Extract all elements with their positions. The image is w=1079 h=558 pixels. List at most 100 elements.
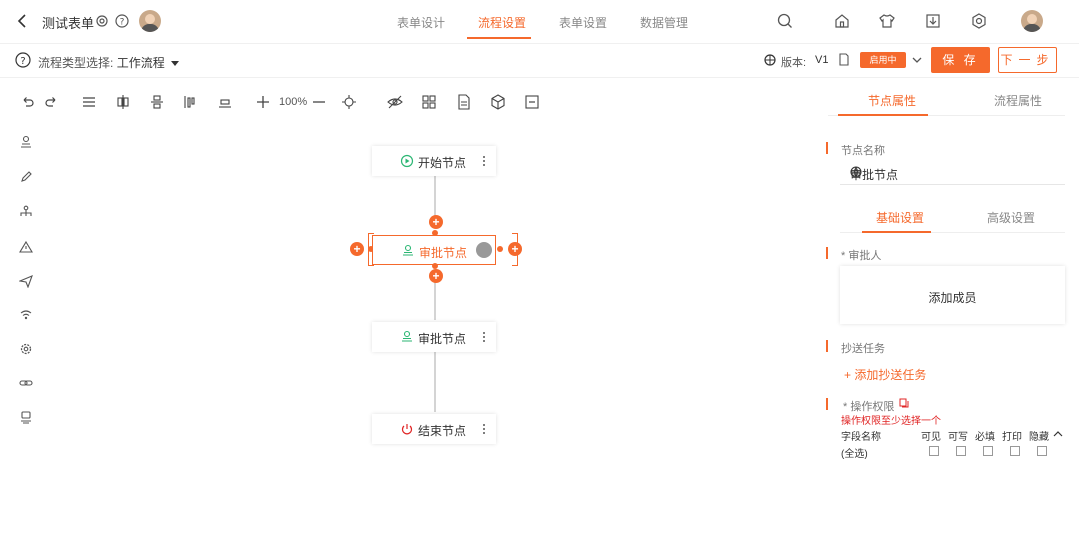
tab-data-management[interactable]: 数据管理	[640, 14, 688, 31]
approval-node[interactable]: 审批节点	[372, 322, 496, 352]
align-bottom-icon[interactable]	[217, 94, 233, 110]
send-tool-icon[interactable]	[19, 274, 33, 288]
add-node-bottom-button[interactable]: +	[429, 269, 443, 283]
tab-flow-properties[interactable]: 流程属性	[994, 92, 1042, 109]
gear-tool-icon[interactable]	[19, 342, 33, 356]
tab-node-properties[interactable]: 节点属性	[868, 92, 916, 109]
power-icon	[400, 422, 414, 436]
download-icon[interactable]	[924, 12, 942, 30]
branch-tool-icon[interactable]	[19, 205, 33, 219]
back-arrow-icon[interactable]	[14, 12, 32, 30]
section-marker	[826, 247, 828, 259]
required-header: 必填	[975, 432, 995, 443]
search-icon[interactable]	[776, 12, 794, 30]
save-button[interactable]: 保 存	[931, 47, 990, 73]
approver-title: * 审批人	[841, 250, 882, 262]
add-member-box[interactable]: 添加成员	[840, 266, 1065, 324]
print-checkbox[interactable]	[1010, 446, 1020, 456]
tab-basic-settings[interactable]: 基础设置	[876, 209, 924, 226]
avatar[interactable]	[139, 10, 161, 32]
play-circle-icon	[400, 154, 414, 168]
version-label: 版本:	[781, 57, 807, 69]
writable-checkbox[interactable]	[956, 446, 966, 456]
hidden-checkbox[interactable]	[1037, 446, 1047, 456]
eye-off-icon[interactable]	[387, 94, 403, 110]
approval-node-selected[interactable]: 审批节点	[372, 235, 496, 265]
settings-icon[interactable]	[970, 12, 988, 30]
stamp-tool-icon[interactable]	[19, 410, 33, 424]
more-vertical-icon[interactable]	[482, 154, 486, 168]
zoom-level: 100%	[279, 96, 308, 108]
node-name-field[interactable]: 审批节点	[840, 160, 1065, 185]
redo-icon[interactable]	[43, 94, 59, 110]
zoom-in-icon[interactable]	[255, 94, 271, 110]
more-vertical-icon[interactable]	[482, 422, 486, 436]
link-tool-icon[interactable]	[19, 376, 33, 390]
help-circle-icon[interactable]: ?	[15, 52, 31, 68]
hidden-header: 隐藏	[1029, 432, 1049, 443]
align-left-icon[interactable]	[182, 94, 198, 110]
node-label: 开始节点	[418, 156, 467, 170]
align-lines-icon[interactable]	[81, 94, 97, 110]
svg-text:?: ?	[20, 56, 25, 67]
print-header: 打印	[1002, 432, 1022, 443]
wifi-tool-icon[interactable]	[19, 308, 33, 322]
add-node-left-button[interactable]: +	[350, 242, 364, 256]
visible-checkbox[interactable]	[929, 446, 939, 456]
add-node-top-button[interactable]: +	[429, 215, 443, 229]
node-name-title: 节点名称	[841, 145, 885, 157]
tab-advanced-settings[interactable]: 高级设置	[987, 209, 1035, 226]
copy-icon[interactable]	[899, 398, 909, 408]
add-cc-link[interactable]: + 添加抄送任务	[844, 366, 926, 383]
more-circle-icon[interactable]	[476, 242, 492, 258]
required-checkbox[interactable]	[983, 446, 993, 456]
anchor-dot[interactable]	[497, 246, 503, 252]
more-vertical-icon[interactable]	[482, 330, 486, 344]
add-node-right-button[interactable]: +	[508, 242, 522, 256]
align-center-icon[interactable]	[115, 94, 131, 110]
cube-icon[interactable]	[490, 94, 506, 110]
flow-type-label: 流程类型选择:	[38, 56, 114, 70]
zoom-out-icon[interactable]	[311, 94, 327, 110]
gear-icon[interactable]	[95, 14, 109, 28]
flow-type-value: 工作流程	[116, 56, 165, 70]
edit-tool-icon[interactable]	[19, 170, 33, 184]
section-marker	[826, 142, 828, 154]
chevron-up-icon[interactable]	[1053, 429, 1063, 439]
file-icon[interactable]	[456, 94, 472, 110]
warning-tool-icon[interactable]	[19, 240, 33, 254]
section-marker	[826, 340, 828, 352]
tab-form-settings[interactable]: 表单设置	[559, 14, 607, 31]
next-step-button[interactable]: 下一步	[998, 47, 1057, 73]
globe-icon[interactable]	[850, 166, 862, 178]
user-avatar[interactable]	[1021, 10, 1043, 32]
shirt-icon[interactable]	[878, 12, 896, 30]
start-node[interactable]: 开始节点	[372, 146, 496, 176]
select-all-label: (全选)	[841, 449, 868, 460]
undo-icon[interactable]	[20, 94, 36, 110]
home-icon[interactable]	[833, 12, 851, 30]
chevron-down-icon[interactable]	[911, 54, 923, 66]
grid-icon[interactable]	[421, 94, 437, 110]
document-icon[interactable]	[838, 53, 850, 66]
distribute-icon[interactable]	[149, 94, 165, 110]
minimize-box-icon[interactable]	[524, 94, 540, 110]
active-tab-indicator	[467, 37, 531, 39]
panel-tab-indicator	[838, 114, 928, 116]
subtab-indicator	[862, 231, 931, 233]
flow-type-selector[interactable]: 流程类型选择: 工作流程	[38, 54, 179, 71]
help-icon[interactable]: ?	[115, 14, 129, 28]
version-value: V1	[815, 54, 829, 66]
permission-warning: 操作权限至少选择一个	[841, 416, 941, 427]
approver-node-tool-icon[interactable]	[19, 135, 33, 149]
form-title: 测试表单	[42, 16, 95, 31]
cc-title: 抄送任务	[841, 343, 885, 355]
tab-flow-settings[interactable]: 流程设置	[478, 14, 526, 31]
end-node[interactable]: 结束节点	[372, 414, 496, 444]
field-name-header: 字段名称	[841, 432, 881, 443]
svg-text:?: ?	[120, 18, 125, 28]
tab-form-design[interactable]: 表单设计	[397, 14, 445, 31]
section-marker	[826, 398, 828, 410]
fit-view-icon[interactable]	[341, 94, 357, 110]
visible-header: 可见	[921, 432, 941, 443]
